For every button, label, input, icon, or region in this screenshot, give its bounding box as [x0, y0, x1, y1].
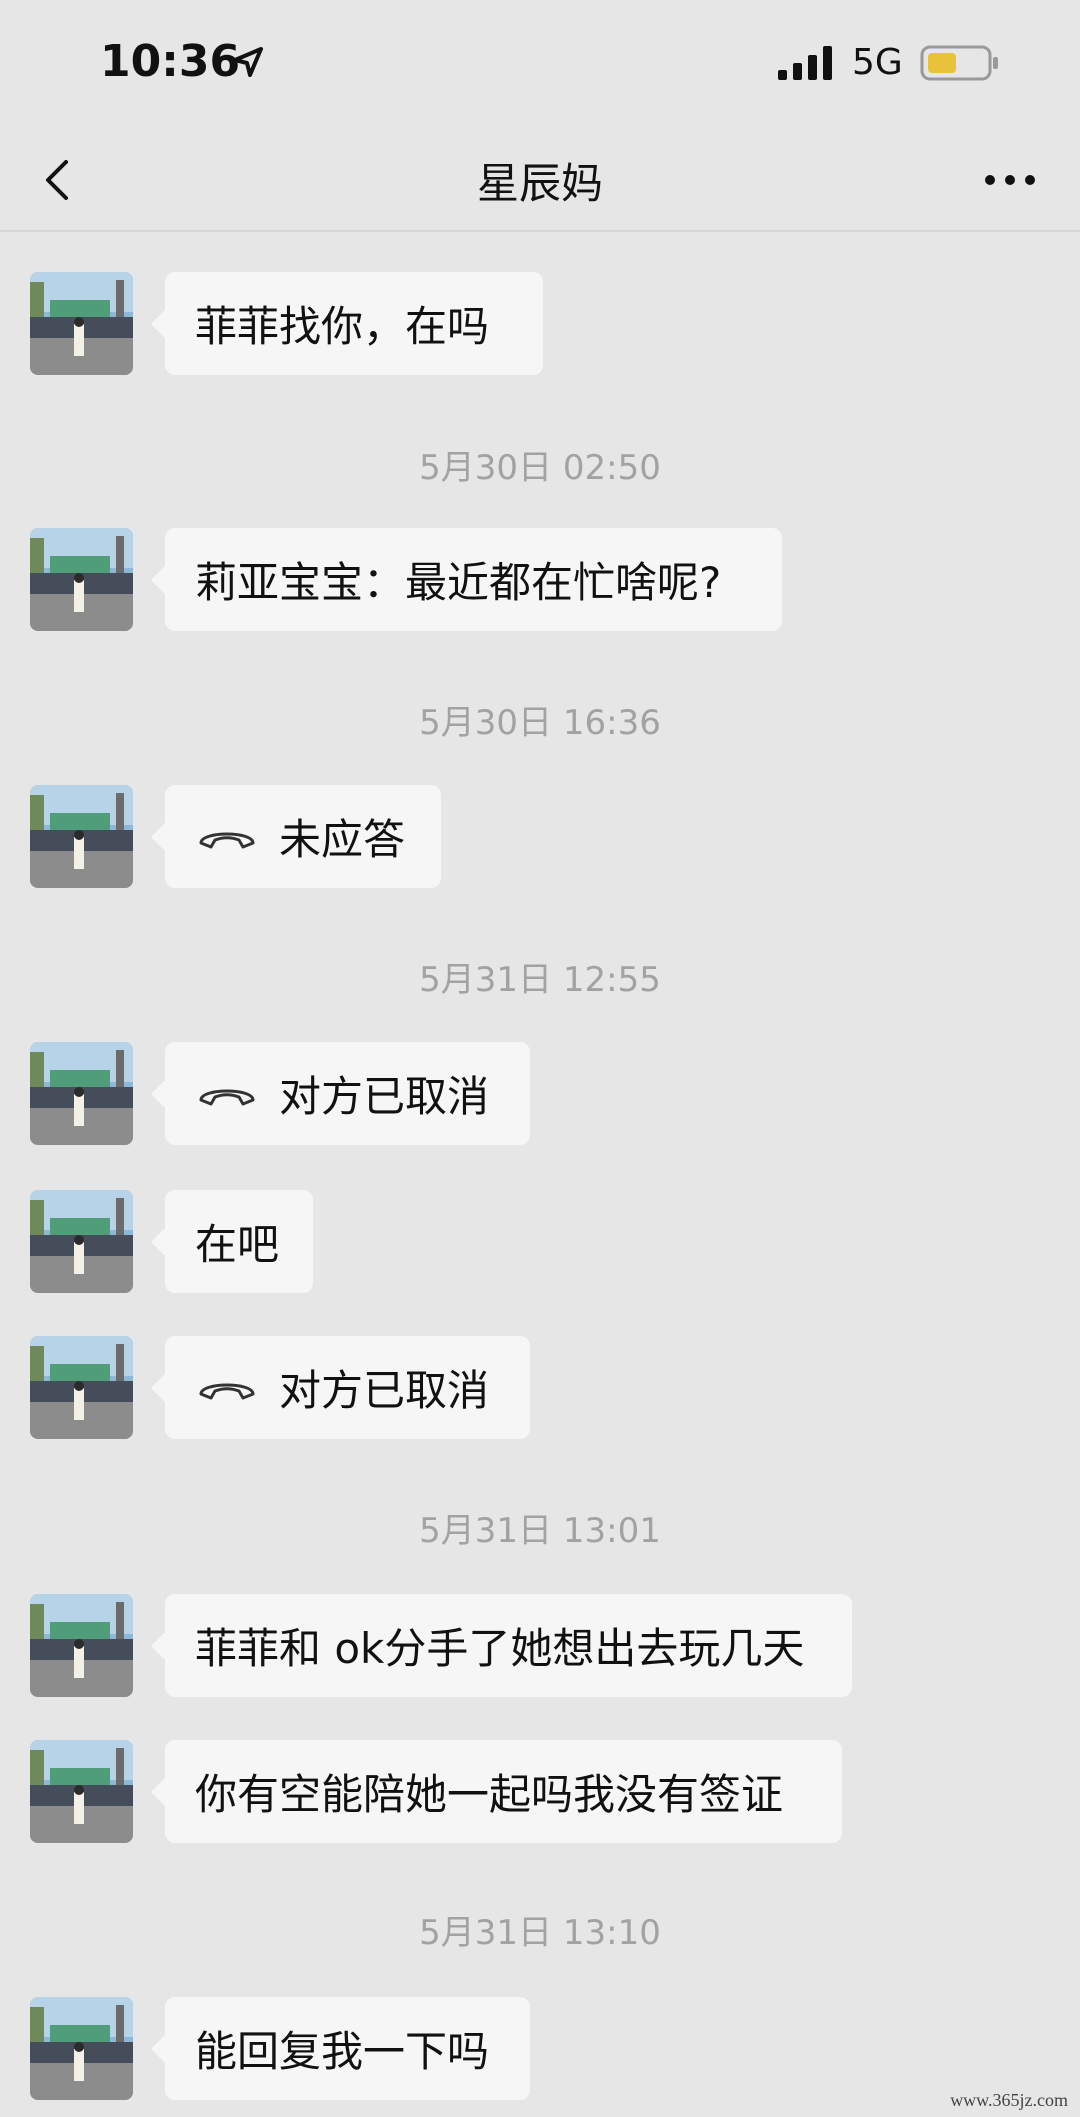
- avatar[interactable]: [30, 1190, 133, 1293]
- message-text: 在吧: [195, 1220, 280, 1269]
- avatar[interactable]: [30, 1740, 133, 1843]
- avatar[interactable]: [30, 1042, 133, 1145]
- avatar-photo: [30, 272, 133, 375]
- avatar-photo: [30, 1997, 133, 2100]
- avatar-photo: [30, 1740, 133, 1843]
- watermark: www.365jz.com: [950, 2090, 1068, 2110]
- signal-icon: [778, 46, 832, 80]
- more-button[interactable]: [980, 155, 1040, 205]
- call-record-bubble[interactable]: 未应答: [151, 785, 441, 888]
- battery-icon: [920, 45, 998, 81]
- phone-hangup-icon: [199, 832, 255, 848]
- avatar-photo: [30, 1042, 133, 1145]
- timestamp: 5月30日 02:50: [419, 448, 661, 488]
- avatar[interactable]: [30, 785, 133, 888]
- message-bubble[interactable]: 能回复我一下吗: [151, 1997, 530, 2100]
- message-bubble[interactable]: 你有空能陪她一起吗我没有签证: [151, 1740, 842, 1843]
- message-text: 未应答: [279, 815, 406, 864]
- network-label: 5G: [852, 42, 903, 83]
- message-text: 菲菲找你，在吗: [195, 302, 490, 351]
- avatar-photo: [30, 1594, 133, 1697]
- call-record-bubble[interactable]: 对方已取消: [151, 1336, 530, 1439]
- message-bubble[interactable]: 菲菲和 ok分手了她想出去玩几天: [151, 1594, 852, 1697]
- timestamp: 5月30日 16:36: [419, 703, 661, 743]
- message-text: 莉亚宝宝：最近都在忙啥呢?: [195, 558, 722, 607]
- timestamp: 5月31日 12:55: [419, 960, 661, 1000]
- timestamp: 5月31日 13:01: [419, 1511, 661, 1551]
- avatar-photo: [30, 1190, 133, 1293]
- phone-hangup-icon: [199, 1383, 255, 1399]
- avatar-photo: [30, 528, 133, 631]
- avatar-photo: [30, 1336, 133, 1439]
- message-text: 你有空能陪她一起吗我没有签证: [195, 1770, 784, 1819]
- nav-bar: 星辰妈: [0, 130, 1080, 232]
- chat-title: 星辰妈: [476, 159, 603, 208]
- message-bubble[interactable]: 菲菲找你，在吗: [151, 272, 543, 375]
- location-arrow-icon: [233, 47, 263, 77]
- avatar[interactable]: [30, 1997, 133, 2100]
- message-text: 对方已取消: [279, 1366, 490, 1415]
- timestamp: 5月31日 13:10: [419, 1913, 661, 1953]
- avatar[interactable]: [30, 272, 133, 375]
- call-record-bubble[interactable]: 对方已取消: [151, 1042, 530, 1145]
- status-bar: 10:36 5G: [0, 0, 1080, 130]
- avatar[interactable]: [30, 528, 133, 631]
- message-bubble[interactable]: 在吧: [151, 1190, 313, 1293]
- more-dots-icon: [985, 175, 1035, 185]
- message-bubble[interactable]: 莉亚宝宝：最近都在忙啥呢?: [151, 528, 782, 631]
- avatar[interactable]: [30, 1336, 133, 1439]
- avatar-photo: [30, 785, 133, 888]
- phone-hangup-icon: [199, 1089, 255, 1105]
- message-text: 菲菲和 ok分手了她想出去玩几天: [195, 1624, 805, 1673]
- status-time: 10:36: [100, 36, 241, 87]
- message-text: 能回复我一下吗: [195, 2027, 490, 2076]
- message-text: 对方已取消: [279, 1072, 490, 1121]
- avatar[interactable]: [30, 1594, 133, 1697]
